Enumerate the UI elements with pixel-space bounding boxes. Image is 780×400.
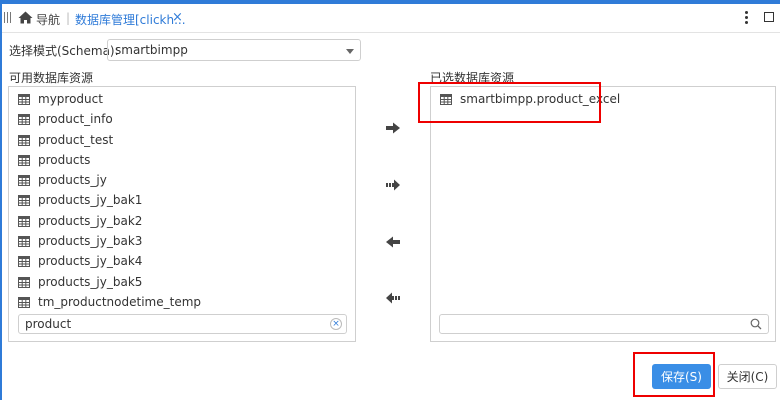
move-all-left-icon[interactable] <box>385 292 401 304</box>
list-item-label: product_test <box>38 132 114 147</box>
table-icon <box>18 94 30 105</box>
home-icon[interactable] <box>18 11 33 24</box>
more-menu-icon[interactable] <box>745 9 749 25</box>
maximize-icon[interactable] <box>764 12 774 22</box>
move-all-right-icon[interactable] <box>385 179 401 191</box>
tab-separator: | <box>66 11 71 25</box>
available-resources-heading: 可用数据库资源 <box>9 71 94 85</box>
table-icon <box>18 154 30 166</box>
clear-icon[interactable]: × <box>330 318 342 330</box>
available-resources-panel: myproduct product_info product_testproduct… <box>8 86 356 342</box>
tab-bar: 导航 | 数据库管理[clickh... × <box>2 4 780 33</box>
list-item-label: products <box>38 152 91 167</box>
table-icon <box>18 276 30 288</box>
available-filter-input[interactable]: product × <box>18 314 347 334</box>
selected-resources-heading: 已选数据库资源 <box>430 71 515 85</box>
list-item-label: products_jy_bak5 <box>38 274 143 289</box>
selected-filter-input[interactable] <box>439 314 769 334</box>
list-item-label: tm_productnodetime_temp <box>38 294 202 309</box>
table-icon <box>440 94 452 105</box>
list-item-label: products_jy <box>38 173 107 188</box>
table-icon <box>18 215 30 227</box>
schema-selected-value: smartbimpp <box>115 43 188 57</box>
list-item-label: products_jy_bak3 <box>38 234 143 249</box>
table-icon <box>18 114 30 126</box>
tab-database-management[interactable]: 数据库管理[clickh... <box>75 11 186 28</box>
table-icon <box>18 175 30 187</box>
list-item-label: products_jy_bak2 <box>38 213 143 228</box>
grip-icon[interactable] <box>4 12 13 23</box>
schema-select[interactable]: smartbimpp <box>107 39 361 61</box>
table-icon <box>18 195 30 207</box>
list-item-label: product_info <box>38 112 113 127</box>
move-left-icon[interactable] <box>385 236 401 248</box>
schema-label: 选择模式(Schema): <box>9 44 119 58</box>
list-item-label: myproduct <box>38 92 103 106</box>
list-item-label: products_jy_bak4 <box>38 254 143 269</box>
list-item-label: products_jy_bak1 <box>38 193 143 208</box>
window-left-accent <box>0 4 2 400</box>
filter-value: product <box>25 317 72 331</box>
list-item-label: smartbimpp.product_excel <box>460 92 621 106</box>
selected-resources-panel: smartbimpp.product_excel <box>430 86 776 342</box>
chevron-down-icon <box>346 49 354 54</box>
table-icon <box>18 134 30 146</box>
tab-nav[interactable]: 导航 <box>36 11 60 28</box>
save-button[interactable]: 保存(S) <box>652 364 711 389</box>
tab-close-icon[interactable]: × <box>172 10 183 25</box>
move-right-icon[interactable] <box>385 122 401 134</box>
search-icon[interactable] <box>750 318 762 330</box>
table-icon <box>18 256 30 268</box>
table-icon <box>18 296 30 308</box>
close-button[interactable]: 关闭(C) <box>718 364 777 389</box>
table-icon <box>18 236 30 248</box>
